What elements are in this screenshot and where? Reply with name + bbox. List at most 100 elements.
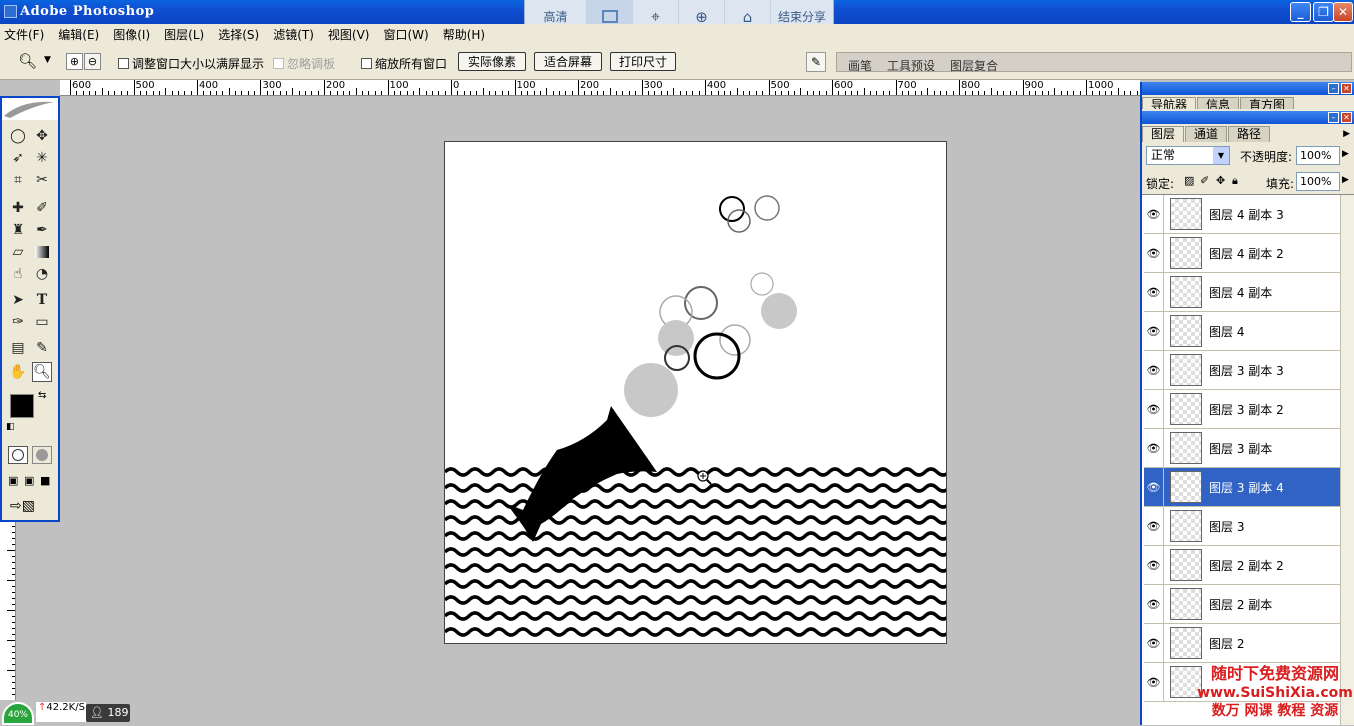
- tab-layers[interactable]: 图层: [1142, 126, 1185, 142]
- zoom-in-icon[interactable]: ⊕: [66, 53, 83, 70]
- path-selection-tool[interactable]: ➤: [8, 290, 28, 310]
- foreground-color-swatch[interactable]: [10, 394, 34, 418]
- eye-icon[interactable]: 👁︎: [1144, 272, 1164, 312]
- opacity-slider-icon[interactable]: ▶: [1342, 149, 1349, 159]
- fill-input[interactable]: 100%: [1296, 172, 1340, 191]
- minimize-button[interactable]: _: [1290, 2, 1311, 22]
- layer-row[interactable]: 👁︎ 图层 4: [1144, 311, 1340, 351]
- eye-icon[interactable]: 👁︎: [1144, 662, 1164, 702]
- clone-stamp-tool[interactable]: ♜: [8, 220, 28, 240]
- menu-edit[interactable]: 编辑(E): [58, 26, 99, 43]
- layer-row[interactable]: 👁︎ 图层 3: [1144, 506, 1340, 546]
- gradient-tool[interactable]: [32, 242, 52, 262]
- opacity-input[interactable]: 100%: [1296, 146, 1340, 165]
- lock-image-icon[interactable]: ✐: [1200, 174, 1209, 187]
- close-button[interactable]: ✕: [1333, 2, 1353, 22]
- notes-tool[interactable]: ▤: [8, 338, 28, 358]
- layer-row[interactable]: 👁︎ 图层 2 副本 2: [1144, 545, 1340, 585]
- layer-row[interactable]: 👁︎ 图层 3 副本 4: [1144, 467, 1340, 507]
- tab-tool-presets[interactable]: 工具预设: [887, 57, 935, 73]
- layer-row[interactable]: 👁︎ 图层 4 副本: [1144, 272, 1340, 312]
- minimize-icon[interactable]: –: [1328, 83, 1339, 94]
- eraser-tool[interactable]: ▱: [8, 242, 28, 262]
- tab-histogram[interactable]: 直方图: [1240, 97, 1295, 109]
- eye-icon[interactable]: 👁︎: [1144, 350, 1164, 390]
- brush-tool[interactable]: ✐: [32, 198, 52, 218]
- move-tool[interactable]: ✥: [32, 126, 52, 146]
- tab-brushes[interactable]: 画笔: [848, 57, 872, 73]
- shape-tool[interactable]: ▭: [32, 312, 52, 332]
- quick-mask-button[interactable]: [32, 446, 52, 464]
- blend-mode-select[interactable]: 正常 ▼: [1146, 146, 1230, 165]
- menu-view[interactable]: 视图(V): [328, 26, 370, 43]
- resize-window-checkbox[interactable]: 调整窗口大小以满屏显示: [118, 55, 264, 72]
- hand-tool[interactable]: ✋: [8, 362, 28, 382]
- screen-mode-standard-icon[interactable]: ▣: [8, 474, 18, 487]
- pen-tool[interactable]: ✑: [8, 312, 28, 332]
- crop-tool[interactable]: ⌗: [8, 170, 28, 190]
- tool-preset-dropdown-icon[interactable]: ▼: [44, 55, 51, 65]
- lock-transparency-icon[interactable]: ▨: [1184, 174, 1194, 187]
- zoom-tool-preset-icon[interactable]: 🔍︎: [18, 52, 37, 70]
- menu-help[interactable]: 帮助(H): [443, 26, 485, 43]
- close-icon[interactable]: ✕: [1341, 83, 1352, 94]
- screen-mode-menu-icon[interactable]: ▣: [24, 474, 34, 487]
- minimize-icon[interactable]: –: [1328, 112, 1339, 123]
- jump-to-imageready-icon[interactable]: ⇨▧: [10, 498, 35, 514]
- close-icon[interactable]: ✕: [1341, 112, 1352, 123]
- healing-brush-tool[interactable]: ✚: [8, 198, 28, 218]
- menu-filter[interactable]: 滤镜(T): [273, 26, 314, 43]
- screen-mode-full-icon[interactable]: ■: [40, 474, 50, 487]
- eye-icon[interactable]: 👁︎: [1144, 389, 1164, 429]
- tab-paths[interactable]: 路径: [1228, 126, 1271, 142]
- magic-wand-tool[interactable]: ✳: [32, 148, 52, 168]
- lock-all-icon[interactable]: 🔒︎: [1232, 174, 1238, 188]
- actual-pixels-button[interactable]: 实际像素: [458, 52, 526, 71]
- palette-menu-icon[interactable]: ▶: [1343, 129, 1350, 139]
- tab-channels[interactable]: 通道: [1185, 126, 1228, 142]
- tab-info[interactable]: 信息: [1197, 97, 1240, 109]
- fill-slider-icon[interactable]: ▶: [1342, 175, 1349, 185]
- menu-window[interactable]: 窗口(W): [383, 26, 428, 43]
- tab-navigator[interactable]: 导航器: [1142, 97, 1197, 109]
- layer-list-scrollbar[interactable]: [1340, 195, 1354, 725]
- standard-mode-button[interactable]: [8, 446, 28, 464]
- layer-row[interactable]: 👁︎ 图层 3 副本 2: [1144, 389, 1340, 429]
- zoom-all-windows-checkbox[interactable]: 缩放所有窗口: [361, 55, 447, 72]
- eye-icon[interactable]: 👁︎: [1144, 428, 1164, 468]
- dodge-tool[interactable]: ◔: [32, 264, 52, 284]
- menu-image[interactable]: 图像(I): [113, 26, 150, 43]
- layer-row[interactable]: 👁︎ 图层 3 副本: [1144, 428, 1340, 468]
- blur-tool[interactable]: ☝: [8, 264, 28, 284]
- eye-icon[interactable]: 👁︎: [1144, 311, 1164, 351]
- eyedropper-tool[interactable]: ✎: [32, 338, 52, 358]
- eye-icon[interactable]: 👁︎: [1144, 506, 1164, 546]
- menu-select[interactable]: 选择(S): [218, 26, 259, 43]
- eye-icon[interactable]: 👁︎: [1144, 584, 1164, 624]
- palette-well-icon[interactable]: ✎: [806, 52, 826, 72]
- tab-layer-comps[interactable]: 图层复合: [950, 57, 998, 73]
- eye-icon[interactable]: 👁︎: [1144, 195, 1164, 234]
- eye-icon[interactable]: 👁︎: [1144, 233, 1164, 273]
- zoom-out-icon[interactable]: ⊖: [84, 53, 101, 70]
- lock-position-icon[interactable]: ✥: [1216, 174, 1225, 187]
- layer-row[interactable]: 👁︎ 图层 3 副本 3: [1144, 350, 1340, 390]
- print-size-button[interactable]: 打印尺寸: [610, 52, 676, 71]
- default-colors-icon[interactable]: ◧: [6, 422, 15, 432]
- eye-icon[interactable]: 👁︎: [1144, 545, 1164, 585]
- eye-icon[interactable]: 👁︎: [1144, 623, 1164, 663]
- layer-row[interactable]: 👁︎ 图层 2: [1144, 623, 1340, 663]
- swap-colors-icon[interactable]: ⇆: [38, 390, 46, 401]
- slice-tool[interactable]: ✂: [32, 170, 52, 190]
- type-tool[interactable]: T: [32, 290, 52, 310]
- restore-button[interactable]: ❐: [1313, 2, 1334, 22]
- menu-layer[interactable]: 图层(L): [164, 26, 204, 43]
- eye-icon[interactable]: 👁︎: [1144, 467, 1164, 507]
- zoom-tool[interactable]: 🔍︎: [32, 362, 52, 382]
- layer-row[interactable]: 👁︎ 图层 2 副本: [1144, 584, 1340, 624]
- menu-file[interactable]: 文件(F): [4, 26, 44, 43]
- document-canvas[interactable]: [444, 141, 947, 644]
- history-brush-tool[interactable]: ✒: [32, 220, 52, 240]
- marquee-tool[interactable]: ◯: [8, 126, 28, 146]
- lasso-tool[interactable]: ➶: [8, 148, 28, 168]
